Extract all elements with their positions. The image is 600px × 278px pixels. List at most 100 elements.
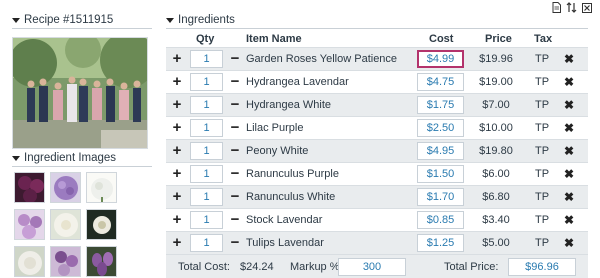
increase-qty-button[interactable]: + bbox=[170, 211, 184, 228]
cost-input[interactable]: $0.85 bbox=[417, 211, 464, 229]
tax-code: TP bbox=[534, 99, 550, 111]
delete-icon[interactable]: ✖ bbox=[562, 98, 576, 112]
table-row: +1− Ranunculus Purple $1.50 $6.00 TP ✖ bbox=[166, 162, 588, 185]
tax-code: TP bbox=[534, 214, 550, 226]
price-value: $19.80 bbox=[479, 145, 513, 157]
table-row: +1− Lilac Purple $2.50 $10.00 TP ✖ bbox=[166, 116, 588, 139]
cost-input[interactable]: $4.95 bbox=[417, 142, 464, 160]
delete-icon[interactable]: ✖ bbox=[562, 167, 576, 181]
thumbnail-purple-stock[interactable] bbox=[50, 246, 81, 277]
increase-qty-button[interactable]: + bbox=[170, 188, 184, 205]
decrease-qty-button[interactable]: − bbox=[228, 50, 242, 67]
item-name: Hydrangea White bbox=[246, 99, 331, 111]
collapse-triangle-icon[interactable] bbox=[12, 17, 20, 23]
item-name: Ranunculus White bbox=[246, 191, 336, 203]
increase-qty-button[interactable]: + bbox=[170, 50, 184, 67]
sort-icon[interactable] bbox=[566, 2, 577, 13]
tax-code: TP bbox=[534, 145, 550, 157]
qty-input[interactable]: 1 bbox=[190, 142, 223, 160]
item-name: Stock Lavendar bbox=[246, 214, 323, 226]
total-price-label: Total Price: bbox=[444, 261, 499, 273]
thumbnail-lavender-tulips[interactable] bbox=[86, 246, 117, 277]
tax-code: TP bbox=[534, 191, 550, 203]
price-value: $6.80 bbox=[482, 191, 510, 203]
thumbnail-lilac-purple[interactable] bbox=[14, 209, 45, 240]
images-section: Ingredient Images bbox=[12, 152, 152, 167]
cost-input[interactable]: $1.25 bbox=[417, 234, 464, 252]
increase-qty-button[interactable]: + bbox=[170, 142, 184, 159]
cost-input[interactable]: $4.99 bbox=[417, 50, 464, 68]
delete-icon[interactable]: ✖ bbox=[562, 190, 576, 204]
divider bbox=[12, 28, 152, 29]
tax-code: TP bbox=[534, 122, 550, 134]
cost-input[interactable]: $1.70 bbox=[417, 188, 464, 206]
delete-icon[interactable]: ✖ bbox=[562, 213, 576, 227]
price-value: $19.96 bbox=[479, 53, 513, 65]
table-row: +1− Garden Roses Yellow Patience $4.99 $19.… bbox=[166, 47, 588, 70]
qty-input[interactable]: 1 bbox=[190, 119, 223, 137]
markup-label: Markup % bbox=[290, 261, 340, 273]
recipe-title: Recipe #1511915 bbox=[24, 14, 114, 26]
collapse-triangle-icon[interactable] bbox=[166, 17, 174, 23]
decrease-qty-button[interactable]: − bbox=[228, 73, 242, 90]
delete-icon[interactable]: ✖ bbox=[562, 52, 576, 66]
delete-icon[interactable]: ✖ bbox=[562, 121, 576, 135]
totals-row: Total Cost: $24.24 Markup % 300 Total Pr… bbox=[166, 254, 588, 278]
document-icon[interactable] bbox=[551, 2, 562, 13]
increase-qty-button[interactable]: + bbox=[170, 119, 184, 136]
tax-code: TP bbox=[534, 237, 550, 249]
increase-qty-button[interactable]: + bbox=[170, 234, 184, 251]
thumbnail-lavender-hydrangea[interactable] bbox=[50, 172, 81, 203]
qty-input[interactable]: 1 bbox=[190, 50, 223, 68]
col-tax: Tax bbox=[534, 33, 553, 45]
delete-icon[interactable]: ✖ bbox=[562, 236, 576, 250]
qty-input[interactable]: 1 bbox=[190, 165, 223, 183]
thumbnail-dark-foliage[interactable] bbox=[86, 209, 117, 240]
table-row: +1− Hydrangea White $1.75 $7.00 TP ✖ bbox=[166, 93, 588, 116]
increase-qty-button[interactable]: + bbox=[170, 73, 184, 90]
qty-input[interactable]: 1 bbox=[190, 188, 223, 206]
decrease-qty-button[interactable]: − bbox=[228, 165, 242, 182]
collapse-triangle-icon[interactable] bbox=[12, 155, 20, 161]
qty-input[interactable]: 1 bbox=[190, 234, 223, 252]
column-headers: Qty Item Name Cost Price Tax bbox=[166, 33, 588, 46]
thumbnail-dark-purple-flowers[interactable] bbox=[14, 172, 45, 203]
decrease-qty-button[interactable]: − bbox=[228, 142, 242, 159]
images-header[interactable]: Ingredient Images bbox=[12, 152, 152, 164]
qty-input[interactable]: 1 bbox=[190, 73, 223, 91]
increase-qty-button[interactable]: + bbox=[170, 165, 184, 182]
cost-input[interactable]: $2.50 bbox=[417, 119, 464, 137]
thumbnail-white-peony[interactable] bbox=[50, 209, 81, 240]
price-value: $5.00 bbox=[482, 237, 510, 249]
thumbnail-white-ranunculus[interactable] bbox=[14, 246, 45, 277]
markup-input[interactable]: 300 bbox=[338, 258, 406, 276]
ingredients-header[interactable]: Ingredients bbox=[166, 14, 588, 26]
delete-icon[interactable]: ✖ bbox=[562, 75, 576, 89]
delete-icon[interactable]: ✖ bbox=[562, 144, 576, 158]
decrease-qty-button[interactable]: − bbox=[228, 234, 242, 251]
decrease-qty-button[interactable]: − bbox=[228, 188, 242, 205]
close-box-icon[interactable] bbox=[581, 2, 592, 13]
total-price-value: $96.96 bbox=[508, 258, 576, 276]
thumbnail-grid bbox=[14, 172, 117, 277]
cost-input[interactable]: $1.50 bbox=[417, 165, 464, 183]
ingredients-title: Ingredients bbox=[178, 14, 235, 26]
images-title: Ingredient Images bbox=[24, 152, 117, 164]
decrease-qty-button[interactable]: − bbox=[228, 96, 242, 113]
price-value: $10.00 bbox=[479, 122, 513, 134]
decrease-qty-button[interactable]: − bbox=[228, 119, 242, 136]
thumbnail-white-hydrangea[interactable] bbox=[86, 172, 117, 203]
cost-input[interactable]: $4.75 bbox=[417, 73, 464, 91]
cost-input[interactable]: $1.75 bbox=[417, 96, 464, 114]
item-name: Garden Roses Yellow Patience bbox=[246, 53, 398, 65]
increase-qty-button[interactable]: + bbox=[170, 96, 184, 113]
total-cost-value: $24.24 bbox=[240, 261, 274, 273]
qty-input[interactable]: 1 bbox=[190, 211, 223, 229]
recipe-header[interactable]: Recipe #1511915 bbox=[12, 14, 152, 26]
total-cost-label: Total Cost: bbox=[178, 261, 230, 273]
divider bbox=[166, 28, 588, 29]
tax-code: TP bbox=[534, 168, 550, 180]
decrease-qty-button[interactable]: − bbox=[228, 211, 242, 228]
item-name: Lilac Purple bbox=[246, 122, 304, 134]
qty-input[interactable]: 1 bbox=[190, 96, 223, 114]
